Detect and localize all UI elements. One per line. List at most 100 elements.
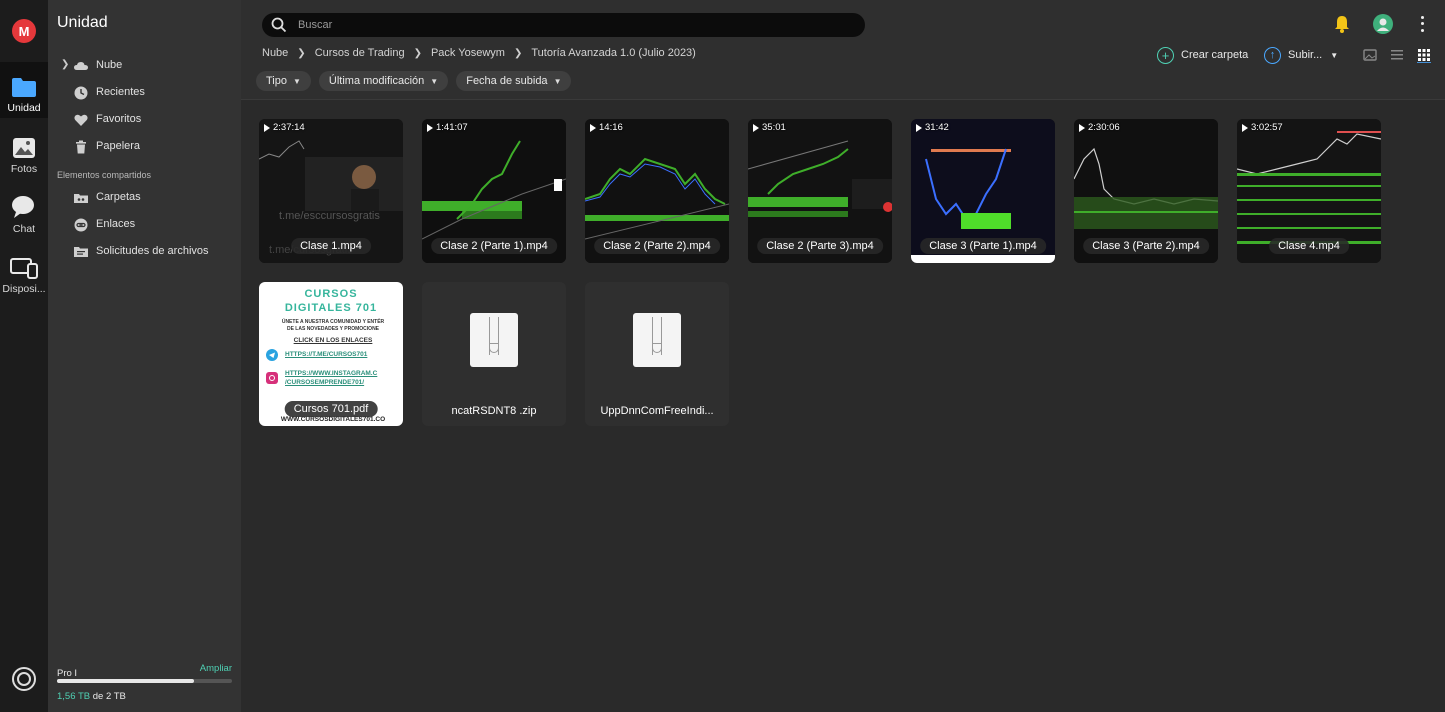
file-tile[interactable]: 31:42 Clase 3 (Parte 1).mp4 bbox=[911, 119, 1055, 263]
cloud-icon bbox=[74, 62, 88, 70]
chevron-right-icon: ❯ bbox=[297, 47, 306, 59]
storage-total: de 2 TB bbox=[92, 691, 126, 702]
file-tile[interactable]: CURSOS DIGITALES 701 ÚNETE A NUESTRA COM… bbox=[259, 282, 403, 426]
file-tile[interactable]: ncatRSDNT8 .zip bbox=[422, 282, 566, 426]
shared-folder-icon bbox=[74, 194, 88, 203]
file-name: Clase 3 (Parte 1).mp4 bbox=[920, 238, 1046, 254]
file-tile[interactable]: UppDnnComFreeIndi... bbox=[585, 282, 729, 426]
search-input[interactable] bbox=[298, 16, 848, 34]
user-icon bbox=[1377, 18, 1389, 31]
thumbnail-view-icon[interactable] bbox=[1362, 47, 1378, 63]
file-tile[interactable]: 3:02:57 Clase 4.mp4 bbox=[1237, 119, 1381, 263]
filter-label: Última modificación bbox=[328, 75, 425, 87]
search-bar[interactable] bbox=[262, 13, 865, 37]
pdf-preview-text: DE LAS NOVEDADES Y PROMOCIONE bbox=[286, 326, 380, 332]
storage-used-text: 1,56 TB de 2 TB bbox=[57, 691, 126, 702]
plus-circle-icon: + bbox=[1157, 46, 1174, 64]
file-tile[interactable]: 2:30:06 Clase 3 (Parte 2).mp4 bbox=[1074, 119, 1218, 263]
video-duration: 3:02:57 bbox=[1242, 122, 1283, 133]
rail-item-label: Unidad bbox=[7, 102, 41, 114]
file-tile[interactable]: 35:01 Clase 2 (Parte 3).mp4 bbox=[748, 119, 892, 263]
sidebar-item-label: Papelera bbox=[96, 140, 141, 152]
filter-bar: Tipo ▼ Última modificación ▼ Fecha de subi… bbox=[256, 71, 572, 91]
filter-ultima-modificacion[interactable]: Última modificación ▼ bbox=[318, 71, 449, 91]
photos-icon bbox=[13, 138, 35, 158]
sidebar-item-enlaces[interactable]: Enlaces bbox=[48, 214, 241, 236]
main-content: Nube ❯ Cursos de Trading ❯ Pack Yosewym … bbox=[241, 0, 1445, 712]
filter-label: Fecha de subida bbox=[466, 75, 548, 87]
file-tile[interactable]: 14:16 Clase 2 (Parte 2).mp4 bbox=[585, 119, 729, 263]
file-tile[interactable]: 1:41:07 Clase 2 (Parte 1).mp4 bbox=[422, 119, 566, 263]
sidebar-item-label: Nube bbox=[96, 59, 123, 71]
file-name: ncatRSDNT8 .zip bbox=[451, 405, 537, 417]
rail-item-unidad[interactable]: Unidad bbox=[0, 62, 48, 118]
trash-icon bbox=[76, 140, 86, 154]
rail-item-dispositivos[interactable]: Disposi... bbox=[0, 243, 48, 299]
breadcrumb-item[interactable]: Pack Yosewym bbox=[431, 47, 505, 59]
create-folder-button[interactable]: + Crear carpeta bbox=[1157, 45, 1248, 65]
file-name: Cursos 701.pdf bbox=[284, 401, 378, 417]
shared-section-label: Elementos compartidos bbox=[57, 170, 152, 180]
file-name: UppDnnComFreeIndi... bbox=[600, 405, 714, 417]
list-view-icon[interactable] bbox=[1389, 47, 1405, 63]
video-duration: 35:01 bbox=[753, 122, 786, 133]
video-duration: 1:41:07 bbox=[427, 122, 468, 133]
pdf-preview-text: HTTPS://WWW.INSTAGRAM.C bbox=[285, 370, 378, 377]
sidebar-title: Unidad bbox=[57, 14, 108, 31]
transfer-manager-icon[interactable] bbox=[12, 667, 36, 691]
sidebar-item-favoritos[interactable]: Favoritos bbox=[48, 109, 241, 131]
file-name: Clase 2 (Parte 3).mp4 bbox=[757, 238, 883, 254]
video-duration: 14:16 bbox=[590, 122, 623, 133]
sidebar-item-label: Solicitudes de archivos bbox=[96, 245, 209, 257]
search-icon bbox=[271, 17, 287, 33]
upload-label: Subir... bbox=[1288, 49, 1323, 61]
file-name: Clase 3 (Parte 2).mp4 bbox=[1083, 238, 1209, 254]
upload-button[interactable]: ↑ Subir... ▼ bbox=[1264, 45, 1338, 65]
sidebar-item-nube[interactable]: ❯ Nube bbox=[48, 55, 241, 77]
chat-icon bbox=[12, 196, 34, 218]
sidebar-item-carpetas[interactable]: Carpetas bbox=[48, 187, 241, 209]
pdf-preview-text: CURSOS bbox=[304, 288, 358, 300]
sidebar-item-label: Enlaces bbox=[96, 218, 136, 230]
mega-logo[interactable]: M bbox=[12, 19, 36, 43]
rail-item-chat[interactable]: Chat bbox=[0, 183, 48, 239]
file-name: Clase 2 (Parte 1).mp4 bbox=[431, 238, 557, 254]
breadcrumb: Nube ❯ Cursos de Trading ❯ Pack Yosewym … bbox=[262, 47, 696, 59]
telegram-icon bbox=[266, 349, 278, 361]
pdf-preview-text: ÚNETE A NUESTRA COMUNIDAD Y ENTÉR bbox=[281, 319, 385, 325]
chevron-down-icon: ▼ bbox=[293, 76, 301, 86]
chevron-right-icon: ❯ bbox=[513, 47, 523, 59]
filter-label: Tipo bbox=[266, 75, 287, 87]
breadcrumb-item[interactable]: Cursos de Trading bbox=[315, 47, 405, 59]
upgrade-link[interactable]: Ampliar bbox=[200, 663, 232, 674]
filter-tipo[interactable]: Tipo ▼ bbox=[256, 71, 311, 91]
video-duration: 31:42 bbox=[916, 122, 949, 133]
breadcrumb-item-current: Tutoría Avanzada 1.0 (Julio 2023) bbox=[531, 47, 696, 59]
sidebar-item-solicitudes[interactable]: Solicitudes de archivos bbox=[48, 241, 241, 263]
chevron-down-icon: ▼ bbox=[1330, 50, 1339, 60]
avatar[interactable] bbox=[1373, 14, 1393, 34]
rail-item-fotos[interactable]: Fotos bbox=[0, 123, 48, 179]
filter-fecha-subida[interactable]: Fecha de subida ▼ bbox=[456, 71, 572, 91]
grid-view-icon[interactable] bbox=[1416, 47, 1432, 63]
breadcrumb-item[interactable]: Nube bbox=[262, 47, 288, 59]
sidebar-item-recientes[interactable]: Recientes bbox=[48, 82, 241, 104]
devices-icon bbox=[10, 258, 38, 279]
pdf-preview-text: CLICK EN LOS ENLACES bbox=[293, 337, 373, 344]
file-name: Clase 4.mp4 bbox=[1269, 238, 1349, 254]
heart-icon bbox=[74, 114, 88, 126]
clock-icon bbox=[74, 86, 88, 100]
rail-item-label: Chat bbox=[12, 223, 36, 235]
chevron-right-icon[interactable]: ❯ bbox=[61, 59, 69, 70]
video-duration: 2:37:14 bbox=[264, 122, 305, 133]
sidebar-item-papelera[interactable]: Papelera bbox=[48, 136, 241, 158]
file-tile[interactable]: t.me/esccursosgratis t.me/cursosgratis 2… bbox=[259, 119, 403, 263]
link-icon bbox=[74, 218, 88, 232]
app-rail: M Unidad Fotos Chat Disposi... bbox=[0, 0, 48, 712]
upload-arrow-icon: ↑ bbox=[1264, 46, 1281, 64]
bell-icon[interactable] bbox=[1334, 15, 1350, 33]
pdf-preview-text: DIGITALES 701 bbox=[284, 302, 378, 314]
storage-usage: Pro I Ampliar 1,56 TB de 2 TB bbox=[57, 663, 232, 702]
more-options-icon[interactable] bbox=[1419, 14, 1425, 34]
file-name: Clase 1.mp4 bbox=[291, 238, 371, 254]
